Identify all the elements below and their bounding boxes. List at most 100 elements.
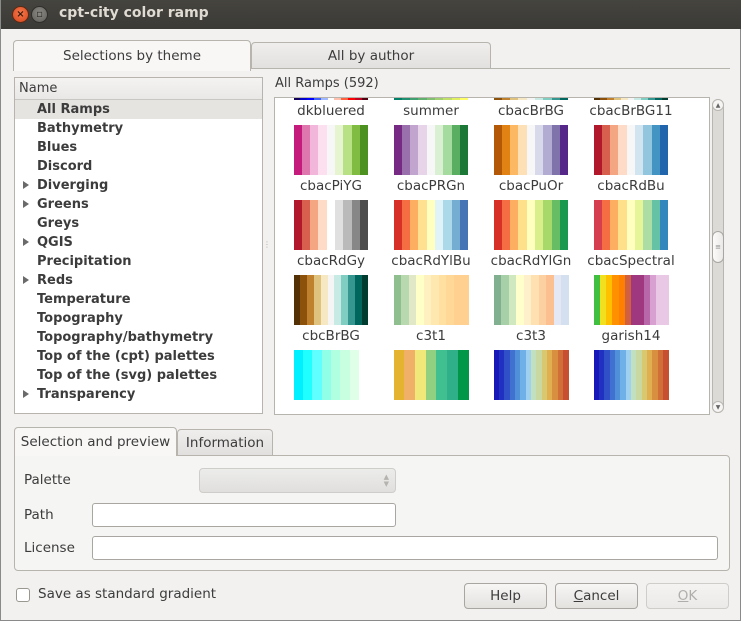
tree-item[interactable]: Reds (15, 271, 262, 290)
ramp-swatch (393, 125, 469, 175)
color-stop (318, 125, 327, 175)
ramp-item[interactable]: cbacRdYlBu (381, 200, 481, 275)
color-stop (418, 125, 427, 175)
tab-selections-by-theme[interactable]: Selections by theme (13, 40, 251, 71)
tab-all-by-author[interactable]: All by author (251, 42, 491, 69)
ramp-item[interactable]: cbacPuOr (481, 125, 581, 200)
tree-item[interactable]: Top of the (cpt) palettes (15, 347, 262, 366)
color-stop (423, 275, 431, 325)
ramp-item[interactable]: cbacBrBG11 (581, 98, 681, 125)
ramp-item[interactable]: cbcBrBG (281, 275, 381, 350)
tree-item[interactable]: Blues (15, 138, 262, 157)
color-stop (359, 350, 369, 400)
expand-arrow-icon[interactable] (23, 276, 29, 284)
tree-item[interactable]: Greens (15, 195, 262, 214)
tree-header-name[interactable]: Name (15, 78, 262, 100)
tree-item[interactable]: QGIS (15, 233, 262, 252)
expand-arrow-icon[interactable] (23, 390, 29, 398)
color-stop (457, 350, 469, 400)
ramp-item[interactable]: garish14 (581, 275, 681, 350)
color-stop (360, 200, 369, 250)
ramp-item[interactable] (581, 350, 681, 414)
save-standard-gradient-label[interactable]: Save as standard gradient (38, 586, 216, 602)
color-stop (535, 98, 544, 100)
color-stop (300, 98, 308, 100)
help-button[interactable]: Help (464, 583, 547, 609)
ramp-item[interactable]: c3t1 (381, 275, 481, 350)
tree-item[interactable]: Temperature (15, 290, 262, 309)
scrollbar-thumb[interactable]: ≡ (712, 231, 724, 263)
color-stop (341, 275, 348, 325)
color-stop (326, 125, 336, 175)
palette-label: Palette (24, 472, 71, 488)
path-input[interactable] (92, 503, 396, 527)
tree-item[interactable]: Bathymetry (15, 119, 262, 138)
ramp-list[interactable]: dkbluered summer cbacBrBG cbacBrBG11 cbacPiY… (274, 97, 710, 415)
ramp-name: c3t3 (516, 328, 546, 344)
close-button[interactable]: × (12, 6, 29, 23)
ramp-item[interactable] (281, 350, 381, 414)
ramp-item[interactable] (381, 350, 481, 414)
license-input[interactable] (92, 536, 718, 560)
ramp-item[interactable]: cbacPRGn (381, 125, 481, 200)
expand-arrow-icon[interactable] (23, 200, 29, 208)
ramp-item[interactable]: cbacSpectral (581, 200, 681, 275)
cancel-button[interactable]: Cancel (555, 583, 638, 609)
expand-arrow-icon[interactable] (23, 238, 29, 246)
ramp-item[interactable] (481, 350, 581, 414)
ramp-name: cbacPuOr (498, 178, 564, 194)
ramp-list-scrollbar[interactable]: ▲ ≡ ▼ (711, 97, 725, 415)
help-button-label: Help (490, 588, 521, 604)
ramp-item[interactable]: cbacBrBG (481, 98, 581, 125)
tree-item[interactable]: Diverging (15, 176, 262, 195)
color-stop (460, 125, 469, 175)
scroll-up-button[interactable]: ▲ (712, 99, 724, 111)
color-stop (523, 275, 531, 325)
color-stop (493, 200, 502, 250)
color-stop (661, 98, 669, 100)
palette-combo[interactable]: ▲ ▼ (199, 468, 396, 493)
color-stop (660, 200, 669, 250)
color-stop (435, 200, 444, 250)
spin-arrows-icon: ▲ ▼ (383, 473, 389, 488)
color-stop (618, 200, 627, 250)
theme-tree[interactable]: Name All Ramps Bathymetry Blues Discord Dive… (14, 77, 263, 414)
ramp-item[interactable]: cbacRdGy (281, 200, 381, 275)
ramp-item[interactable]: cbacPiYG (281, 125, 381, 200)
color-stop (627, 98, 635, 100)
tree-item[interactable]: Transparency (15, 385, 262, 404)
scroll-down-button[interactable]: ▼ (712, 401, 724, 413)
color-stop (431, 275, 439, 325)
ok-button[interactable]: OK (646, 583, 729, 609)
tab-selection-and-preview[interactable]: Selection and preview (14, 427, 177, 456)
ramp-item[interactable]: summer (381, 98, 481, 125)
ramp-item[interactable]: c3t3 (481, 275, 581, 350)
color-stop (301, 200, 311, 250)
minimize-button[interactable]: ▫ (31, 6, 48, 23)
color-stop (360, 125, 369, 175)
color-stop (526, 98, 536, 100)
color-stop (446, 275, 454, 325)
tree-item[interactable]: Precipitation (15, 252, 262, 271)
tree-item[interactable]: Greys (15, 214, 262, 233)
tree-item[interactable]: Topography (15, 309, 262, 328)
splitter-handle[interactable]: ⋮ (263, 240, 271, 250)
tree-item[interactable]: Top of the (svg) palettes (15, 366, 262, 385)
color-stop (293, 98, 301, 100)
cancel-button-label: Cancel (573, 588, 620, 604)
save-standard-gradient-checkbox[interactable] (16, 588, 30, 602)
color-stop (343, 125, 352, 175)
color-stop (508, 275, 516, 325)
ramp-item[interactable]: cbacRdYlGn (481, 200, 581, 275)
tree-item[interactable]: Topography/bathymetry (15, 328, 262, 347)
color-stop (560, 200, 569, 250)
expand-arrow-icon[interactable] (23, 181, 29, 189)
ramp-swatch (593, 275, 669, 325)
tab-information[interactable]: Information (177, 429, 273, 455)
ramp-item[interactable]: cbacRdBu (581, 125, 681, 200)
color-stop (435, 98, 444, 100)
tree-item[interactable]: All Ramps (15, 100, 262, 119)
ramp-item[interactable]: dkbluered (281, 98, 381, 125)
tree-item[interactable]: Discord (15, 157, 262, 176)
tree-item-label: Bathymetry (37, 121, 124, 136)
